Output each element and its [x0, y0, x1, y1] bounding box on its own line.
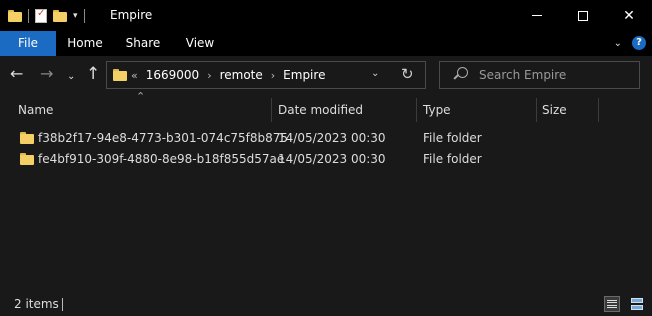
search-box[interactable]: Search Empire	[439, 61, 640, 89]
list-item[interactable]: fe4bf910-309f-4880-8e98-b18f855d57ae 14/…	[0, 149, 652, 169]
sort-ascending-icon: ⌃	[136, 90, 146, 103]
large-icons-view-icon[interactable]	[629, 296, 645, 312]
status-bar: 2 items	[0, 292, 652, 316]
column-headers: ⌃ Name Date modified Type Size	[0, 90, 652, 124]
divider	[83, 9, 85, 23]
window-title: Empire	[110, 8, 153, 22]
search-icon	[454, 67, 468, 81]
address-dropdown-icon[interactable]: ⌄	[371, 68, 379, 79]
file-type: File folder	[423, 152, 482, 166]
folder-icon	[20, 132, 34, 144]
column-divider[interactable]	[271, 98, 272, 122]
up-arrow-icon[interactable]: ↑	[86, 65, 100, 83]
column-divider[interactable]	[416, 98, 417, 122]
column-divider[interactable]	[598, 98, 599, 122]
column-header-date-modified[interactable]: Date modified	[278, 96, 363, 124]
breadcrumb-item[interactable]: Empire	[283, 68, 325, 82]
maximize-button[interactable]	[560, 0, 606, 31]
new-folder-icon[interactable]	[53, 10, 67, 22]
properties-icon[interactable]	[35, 8, 47, 23]
breadcrumb-separator-icon[interactable]: ›	[271, 69, 275, 82]
close-icon: ✕	[623, 7, 635, 24]
file-date: 14/05/2023 00:30	[278, 131, 386, 145]
expand-ribbon-chevron-icon[interactable]: ⌄	[614, 38, 622, 49]
forward-arrow-icon[interactable]: →	[40, 65, 53, 83]
file-name: f38b2f17-94e8-4773-b301-074c75f8b875	[38, 131, 289, 145]
minimize-button[interactable]	[514, 0, 560, 31]
column-header-size[interactable]: Size	[542, 96, 567, 124]
tab-share[interactable]: Share	[114, 31, 172, 56]
file-name: fe4bf910-309f-4880-8e98-b18f855d57ae	[38, 152, 285, 166]
details-view-icon[interactable]	[604, 296, 620, 312]
search-input[interactable]: Search Empire	[479, 68, 566, 82]
breadcrumb-item[interactable]: 1669000	[146, 68, 199, 82]
help-icon[interactable]: ?	[632, 36, 646, 50]
column-header-name[interactable]: Name	[18, 96, 53, 124]
folder-icon	[20, 153, 34, 165]
list-item[interactable]: f38b2f17-94e8-4773-b301-074c75f8b875 14/…	[0, 128, 652, 148]
address-bar[interactable]: « 1669000 › remote › Empire ⌄ ↻	[106, 61, 426, 89]
breadcrumb-overflow[interactable]: «	[131, 69, 138, 82]
refresh-icon[interactable]: ↻	[401, 65, 414, 83]
file-date: 14/05/2023 00:30	[278, 152, 386, 166]
navigation-bar: ← → ⌄ ↑ « 1669000 › remote › Empire ⌄ ↻ …	[0, 56, 652, 94]
customize-toolbar-dropdown-icon[interactable]: ▾	[73, 11, 78, 21]
quick-access-toolbar: ▾	[8, 7, 85, 25]
maximize-icon	[578, 10, 588, 21]
folder-icon	[113, 69, 127, 81]
title-bar: ▾ Empire ✕	[0, 0, 652, 31]
column-divider[interactable]	[536, 98, 537, 122]
column-header-type[interactable]: Type	[423, 96, 451, 124]
ribbon: File Home Share View ⌄ ?	[0, 31, 652, 56]
tab-file[interactable]: File	[0, 31, 56, 56]
breadcrumb-separator-icon[interactable]: ›	[207, 69, 211, 82]
divider	[28, 9, 29, 23]
tab-view[interactable]: View	[174, 31, 226, 56]
folder-icon[interactable]	[8, 10, 22, 22]
tab-home[interactable]: Home	[58, 31, 112, 56]
item-count: 2 items	[14, 297, 59, 311]
ribbon-controls: ⌄ ?	[614, 36, 646, 50]
minimize-icon	[532, 15, 542, 16]
divider	[62, 298, 63, 311]
breadcrumb: « 1669000 › remote › Empire	[131, 68, 325, 82]
file-type: File folder	[423, 131, 482, 145]
recent-locations-chevron-icon[interactable]: ⌄	[67, 68, 75, 86]
back-arrow-icon[interactable]: ←	[10, 65, 23, 83]
close-button[interactable]: ✕	[606, 0, 652, 31]
breadcrumb-item[interactable]: remote	[220, 68, 263, 82]
